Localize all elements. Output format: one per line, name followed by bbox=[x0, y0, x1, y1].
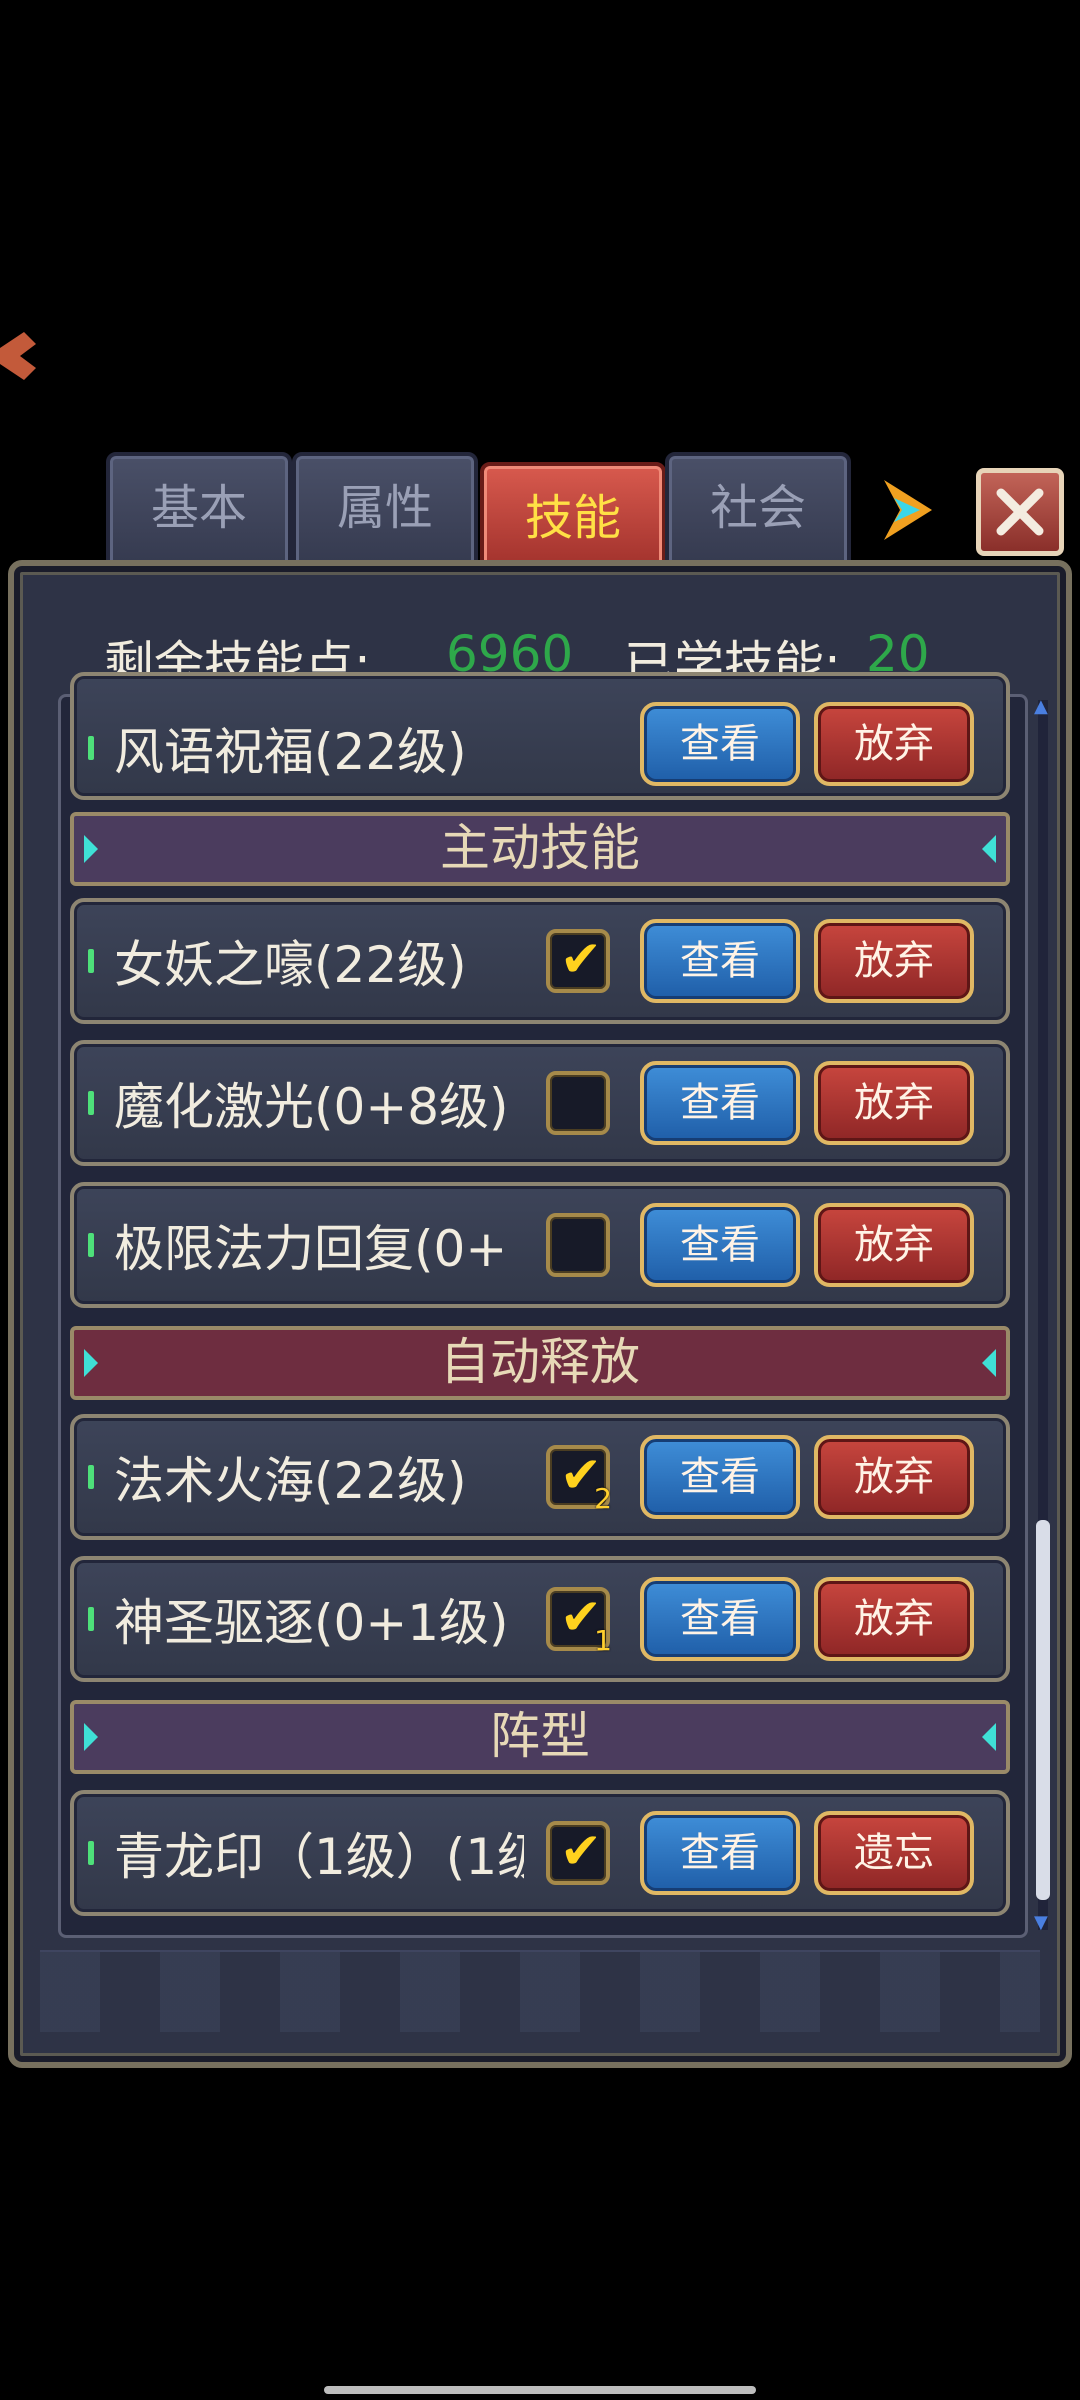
arrow-right-icon[interactable] bbox=[880, 470, 936, 550]
skill-row: 青龙印（1级）(1级 ✔ 查看 遗忘 bbox=[70, 1790, 1010, 1916]
formation-checkbox[interactable]: ✔ bbox=[546, 1821, 610, 1885]
auto-cast-checkbox[interactable]: ✔ 1 bbox=[546, 1587, 612, 1657]
section-title: 主动技能 bbox=[440, 819, 640, 877]
auto-cast-checkbox[interactable]: ✔ bbox=[546, 929, 610, 993]
close-icon bbox=[996, 488, 1044, 536]
skill-name: 极限法力回复(0+ bbox=[114, 1220, 508, 1278]
skill-name: 青龙印（1级）(1级 bbox=[114, 1828, 524, 1886]
gem-icon bbox=[982, 835, 996, 863]
scrollbar-thumb[interactable] bbox=[1036, 1520, 1050, 1900]
abandon-button[interactable]: 放弃 bbox=[814, 702, 974, 787]
tab-basic[interactable]: 基本 bbox=[106, 452, 292, 570]
panel-ornament bbox=[40, 1950, 1040, 2032]
auto-cast-checkbox[interactable] bbox=[546, 1213, 610, 1277]
row-marker bbox=[88, 736, 94, 760]
row-marker bbox=[88, 1607, 94, 1631]
forget-button[interactable]: 遗忘 bbox=[814, 1811, 974, 1895]
section-active-skills: 主动技能 bbox=[70, 812, 1010, 886]
skill-row: 法术火海(22级) ✔ 2 查看 放弃 bbox=[70, 1414, 1010, 1540]
skill-name: 法术火海(22级) bbox=[114, 1452, 467, 1510]
tab-social[interactable]: 社会 bbox=[665, 452, 851, 570]
abandon-button[interactable]: 放弃 bbox=[814, 919, 974, 1003]
gem-icon bbox=[84, 835, 98, 863]
auto-cast-checkbox[interactable] bbox=[546, 1071, 610, 1135]
skill-name: 风语祝福(22级) bbox=[114, 723, 467, 781]
skill-row: 极限法力回复(0+ 查看 放弃 bbox=[70, 1182, 1010, 1308]
skill-name: 女妖之嚎(22级) bbox=[114, 936, 467, 994]
view-button[interactable]: 查看 bbox=[640, 919, 800, 1003]
row-marker bbox=[88, 1091, 94, 1115]
abandon-button[interactable]: 放弃 bbox=[814, 1203, 974, 1287]
close-button[interactable] bbox=[976, 468, 1064, 556]
skill-row: 神圣驱逐(0+1级) ✔ 1 查看 放弃 bbox=[70, 1556, 1010, 1682]
skill-row: 女妖之嚎(22级) ✔ 查看 放弃 bbox=[70, 898, 1010, 1024]
view-button[interactable]: 查看 bbox=[640, 1811, 800, 1895]
row-marker bbox=[88, 949, 94, 973]
priority-number: 1 bbox=[594, 1624, 612, 1657]
row-marker bbox=[88, 1841, 94, 1865]
check-icon: ✔ bbox=[560, 1822, 602, 1880]
gem-icon bbox=[982, 1723, 996, 1751]
view-button[interactable]: 查看 bbox=[640, 1577, 800, 1661]
section-title: 自动释放 bbox=[440, 1333, 640, 1391]
abandon-button[interactable]: 放弃 bbox=[814, 1577, 974, 1661]
abandon-button[interactable]: 放弃 bbox=[814, 1435, 974, 1519]
view-button[interactable]: 查看 bbox=[640, 1435, 800, 1519]
view-button[interactable]: 查看 bbox=[640, 702, 800, 787]
section-formation: 阵型 bbox=[70, 1700, 1010, 1774]
gem-icon bbox=[84, 1723, 98, 1751]
view-button[interactable]: 查看 bbox=[640, 1061, 800, 1145]
auto-cast-checkbox[interactable]: ✔ 2 bbox=[546, 1445, 612, 1515]
row-marker bbox=[88, 1465, 94, 1489]
skill-row: 风语祝福(22级) 查看 放弃 bbox=[70, 672, 1010, 800]
section-auto-cast: 自动释放 bbox=[70, 1326, 1010, 1400]
section-title: 阵型 bbox=[490, 1707, 590, 1765]
tab-attributes[interactable]: 属性 bbox=[292, 452, 478, 570]
gem-icon bbox=[84, 1349, 98, 1377]
gem-icon bbox=[982, 1349, 996, 1377]
side-arrow-icon[interactable] bbox=[0, 330, 40, 400]
scroll-down-icon[interactable]: ▼ bbox=[1034, 1912, 1048, 1933]
view-button[interactable]: 查看 bbox=[640, 1203, 800, 1287]
scroll-up-icon[interactable]: ▲ bbox=[1034, 696, 1048, 717]
skill-row: 魔化激光(0+8级) 查看 放弃 bbox=[70, 1040, 1010, 1166]
check-icon: ✔ bbox=[560, 930, 602, 988]
row-marker bbox=[88, 1233, 94, 1257]
skill-name: 魔化激光(0+8级) bbox=[114, 1078, 509, 1136]
home-indicator[interactable] bbox=[324, 2386, 756, 2394]
priority-number: 2 bbox=[594, 1482, 612, 1515]
skill-name: 神圣驱逐(0+1级) bbox=[114, 1594, 509, 1652]
abandon-button[interactable]: 放弃 bbox=[814, 1061, 974, 1145]
